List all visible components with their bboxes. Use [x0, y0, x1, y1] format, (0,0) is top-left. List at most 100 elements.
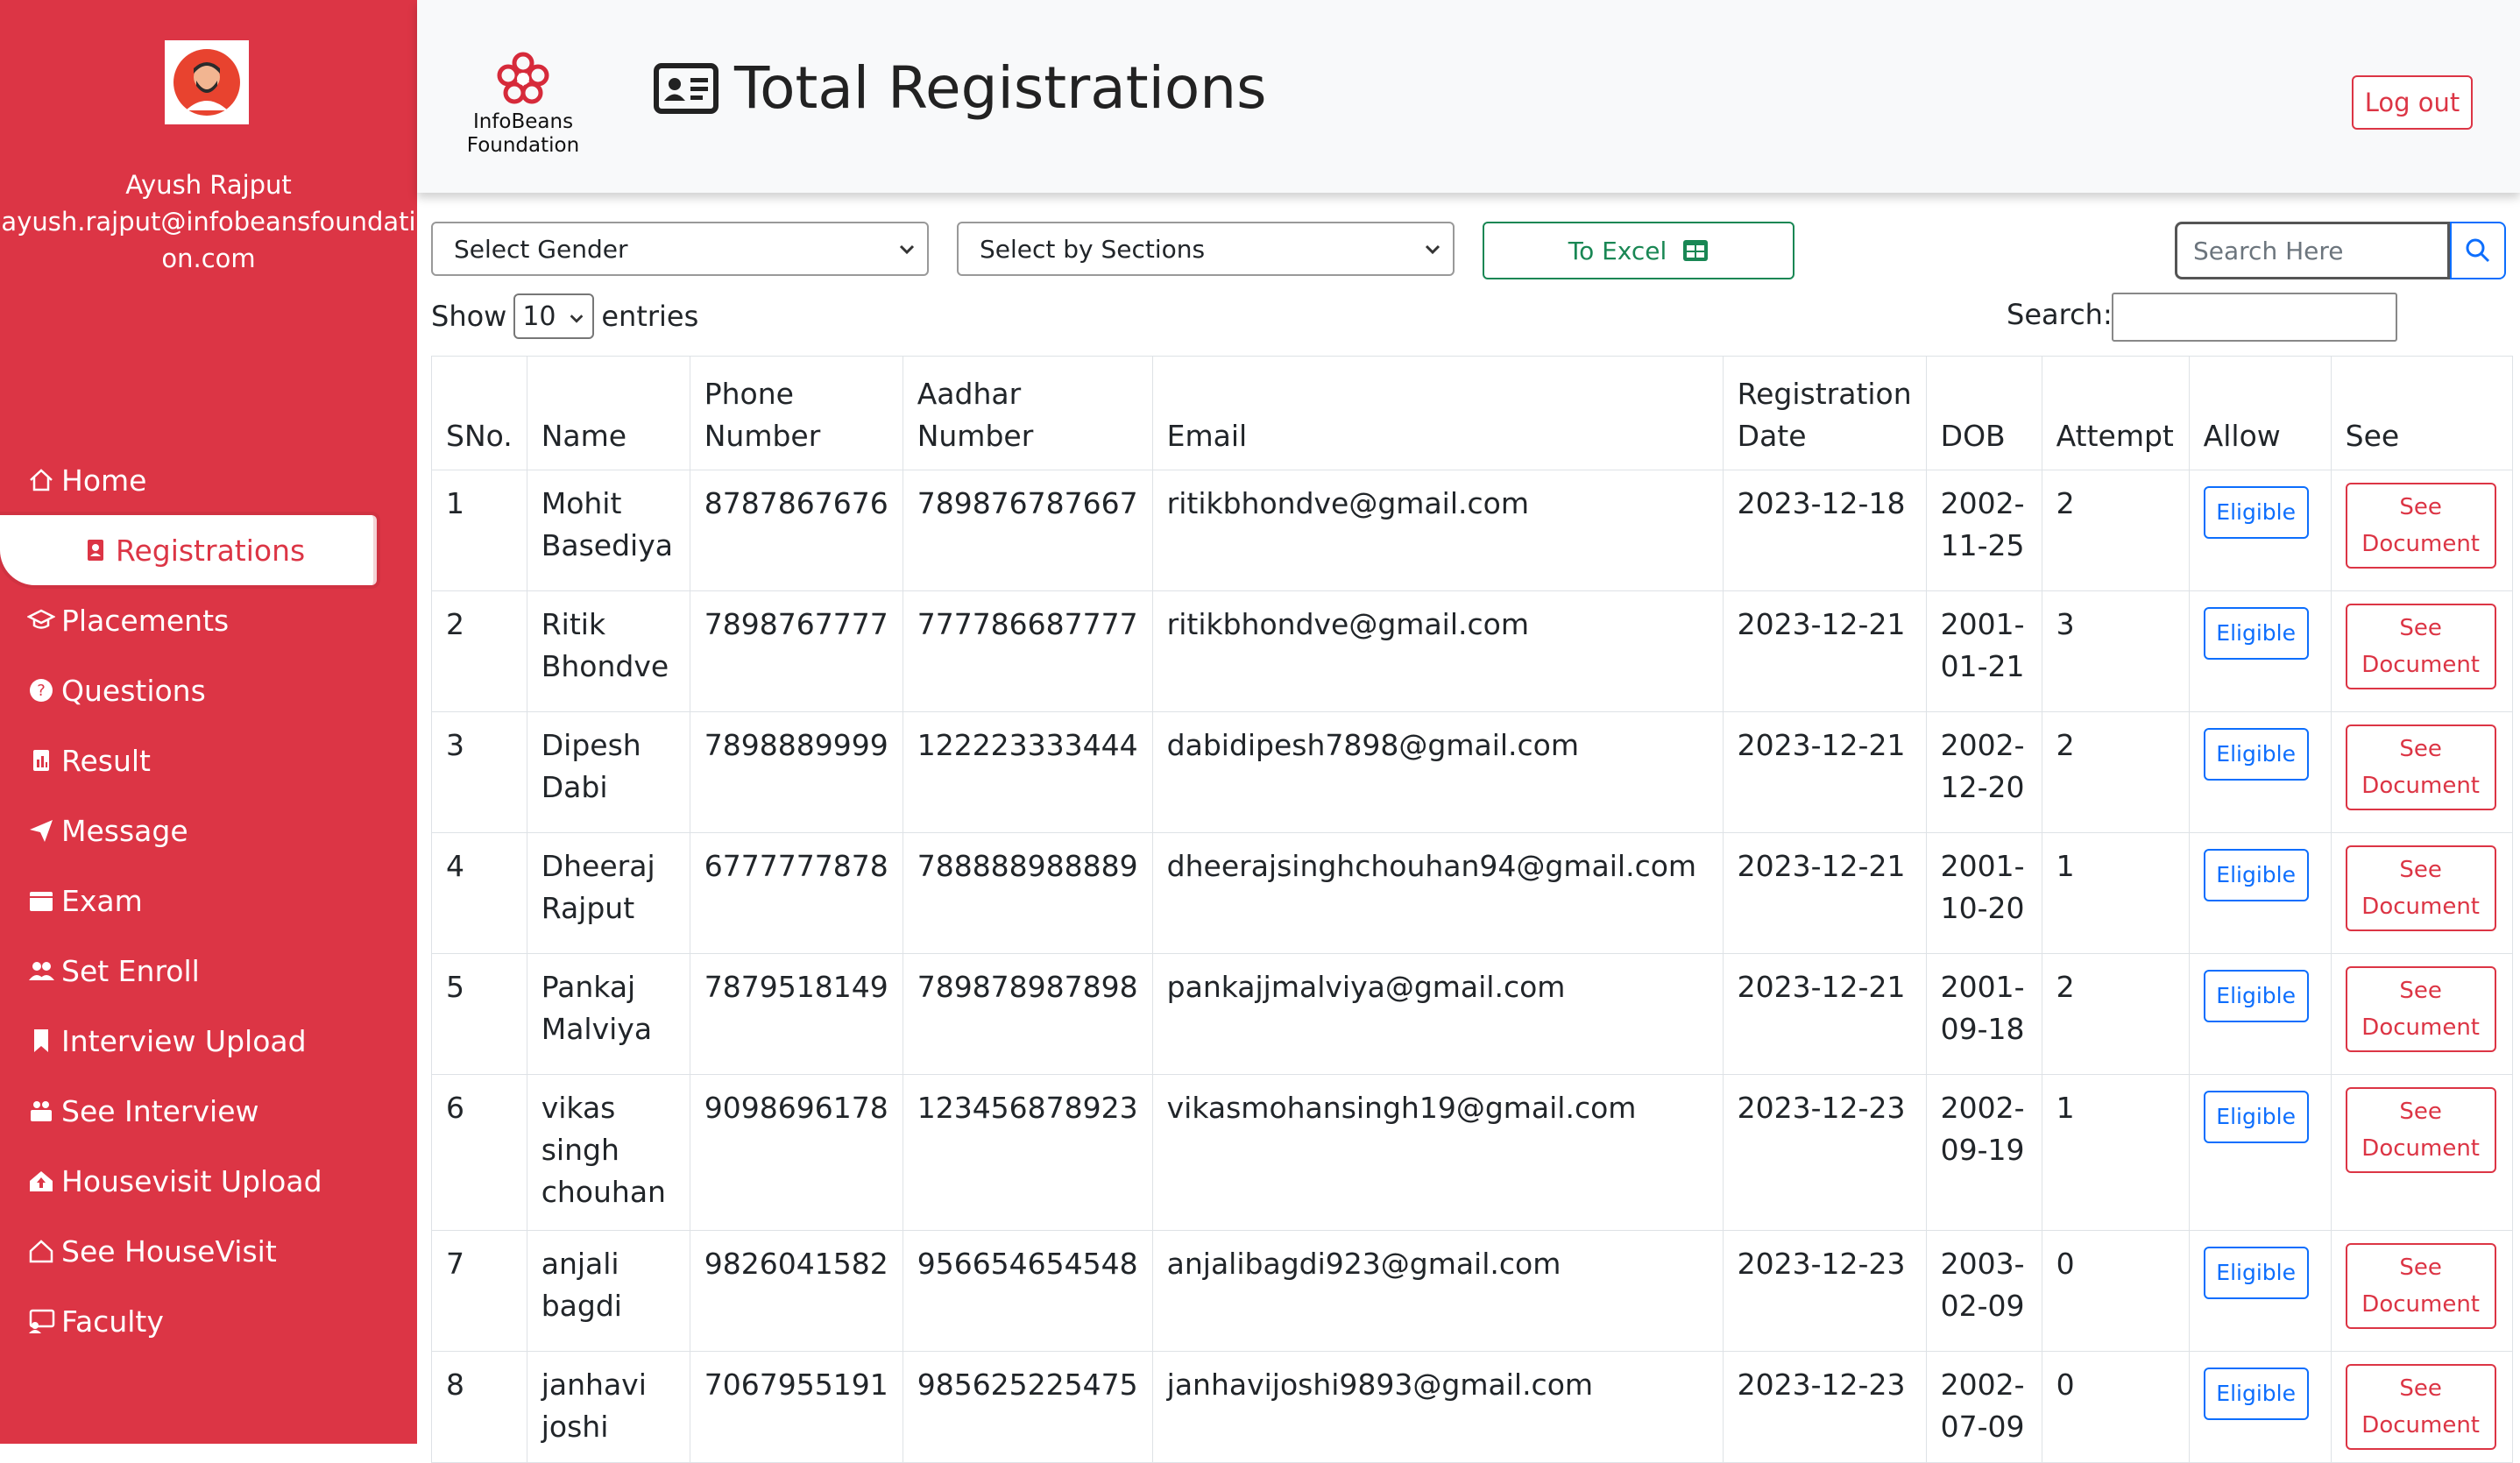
entries-select[interactable]: 10	[513, 293, 595, 339]
cell-phone: 7067955191	[689, 1351, 903, 1463]
search-input[interactable]: Search Here	[2175, 222, 2450, 279]
cell-email: ritikbhondve@gmail.com	[1151, 470, 1724, 591]
cell-sno: 4	[431, 832, 527, 954]
see-document-button[interactable]: See Document	[2345, 1243, 2496, 1329]
eligible-button[interactable]: Eligible	[2203, 970, 2309, 1022]
cell-email: dabidipesh7898@gmail.com	[1151, 711, 1724, 833]
eligible-button[interactable]: Eligible	[2203, 486, 2309, 539]
cell-sno: 8	[431, 1351, 527, 1463]
sidebar-item-set-enroll[interactable]: Set Enroll	[0, 936, 417, 1006]
table-search-input[interactable]	[2112, 293, 2397, 342]
sidebar-item-exam[interactable]: Exam	[0, 866, 417, 936]
cell-allow: Eligible	[2188, 1351, 2332, 1463]
cell-sno: 5	[431, 953, 527, 1075]
cell-name: anjali bagdi	[526, 1230, 690, 1352]
sidebar-item-label: Result	[61, 743, 151, 778]
cell-dob: 2001-10-20	[1925, 832, 2042, 954]
see-document-button[interactable]: See Document	[2345, 483, 2496, 569]
column-header[interactable]: See	[2330, 356, 2513, 470]
see-document-button[interactable]: See Document	[2345, 845, 2496, 931]
cell-allow: Eligible	[2188, 1074, 2332, 1231]
cell-aadhar: 122223333444	[902, 711, 1153, 833]
brand-line1: InfoBeans	[472, 110, 574, 133]
cell-sno: 3	[431, 711, 527, 833]
cell-phone: 9826041582	[689, 1230, 903, 1352]
cell-see: See Document	[2330, 1351, 2513, 1463]
see-document-button[interactable]: See Document	[2345, 724, 2496, 810]
cell-attempt: 2	[2041, 953, 2190, 1075]
cell-sno: 7	[431, 1230, 527, 1352]
cell-registration-date: 2023-12-18	[1722, 470, 1927, 591]
brand-logo[interactable]: InfoBeans Foundation	[466, 49, 580, 158]
column-header[interactable]: Attempt	[2041, 356, 2190, 470]
see-document-button[interactable]: See Document	[2345, 1087, 2496, 1173]
entries-length: Show 10 entries	[431, 293, 698, 340]
logout-button[interactable]: Log out	[2352, 75, 2473, 130]
table-row: 4 Dheeraj Rajput 6777777878 788888988889 dhe…	[431, 832, 2513, 954]
cell-aadhar: 956654654548	[902, 1230, 1153, 1352]
sidebar-item-interview-upload[interactable]: Interview Upload	[0, 1006, 417, 1076]
sidebar-item-placements[interactable]: Placements	[0, 585, 417, 655]
cell-dob: 2002-12-20	[1925, 711, 2042, 833]
cell-allow: Eligible	[2188, 953, 2332, 1075]
sidebar-item-label: Faculty	[61, 1304, 164, 1339]
eligible-button[interactable]: Eligible	[2203, 849, 2309, 901]
column-header[interactable]: Email	[1151, 356, 1724, 470]
column-header[interactable]: Name	[526, 356, 690, 470]
gender-select[interactable]: Select Gender	[431, 222, 929, 276]
sidebar-item-housevisit-upload[interactable]: Housevisit Upload	[0, 1146, 417, 1216]
eligible-button[interactable]: Eligible	[2203, 1091, 2309, 1143]
cell-dob: 2002-09-19	[1925, 1074, 2042, 1231]
page-title-wrap: Total Registrations	[654, 54, 1267, 122]
cell-attempt: 1	[2041, 1074, 2190, 1231]
sidebar-item-faculty[interactable]: Faculty	[0, 1286, 417, 1356]
eligible-button[interactable]: Eligible	[2203, 607, 2309, 660]
cell-registration-date: 2023-12-21	[1722, 953, 1927, 1075]
sidebar-item-message[interactable]: Message	[0, 795, 417, 866]
users-icon	[25, 954, 58, 987]
cell-email: ritikbhondve@gmail.com	[1151, 590, 1724, 712]
see-document-button[interactable]: See Document	[2345, 1364, 2496, 1450]
cell-attempt: 0	[2041, 1230, 2190, 1352]
cell-name: Ritik Bhondve	[526, 590, 690, 712]
sidebar-item-result[interactable]: Result	[0, 725, 417, 795]
cell-phone: 6777777878	[689, 832, 903, 954]
column-header[interactable]: SNo.	[431, 356, 527, 470]
column-header[interactable]: Aadhar Number	[902, 356, 1153, 470]
entries-value: 10	[522, 300, 556, 332]
column-header[interactable]: Allow	[2188, 356, 2332, 470]
cell-see: See Document	[2330, 590, 2513, 712]
cell-dob: 2003-02-09	[1925, 1230, 2042, 1352]
registrations-table: SNo. Name Phone Number Aadhar Number Ema…	[431, 356, 2513, 1463]
question-icon: ?	[25, 674, 58, 707]
sidebar-item-registrations[interactable]: Registrations	[0, 515, 377, 585]
eligible-button[interactable]: Eligible	[2203, 1247, 2309, 1299]
sidebar-item-see-housevisit[interactable]: See HouseVisit	[0, 1216, 417, 1286]
registrations-icon	[79, 534, 112, 567]
to-excel-button[interactable]: To Excel	[1483, 222, 1794, 279]
table-row: 8 janhavi joshi 7067955191 985625225475 janh…	[431, 1351, 2513, 1463]
section-select[interactable]: Select by Sections	[957, 222, 1455, 276]
sidebar-item-questions[interactable]: ? Questions	[0, 655, 417, 725]
cell-attempt: 3	[2041, 590, 2190, 712]
see-document-button[interactable]: See Document	[2345, 966, 2496, 1052]
cell-see: See Document	[2330, 711, 2513, 833]
cell-allow: Eligible	[2188, 832, 2332, 954]
cell-see: See Document	[2330, 1074, 2513, 1231]
sidebar-item-home[interactable]: Home	[0, 445, 417, 515]
column-header[interactable]: DOB	[1925, 356, 2042, 470]
column-header[interactable]: Registration Date	[1722, 356, 1927, 470]
cell-aadhar: 789876787667	[902, 470, 1153, 591]
cell-allow: Eligible	[2188, 711, 2332, 833]
user-email: ayush.rajput@infobeansfoundation.com	[1, 207, 416, 273]
column-header[interactable]: Phone Number	[689, 356, 903, 470]
see-document-button[interactable]: See Document	[2345, 604, 2496, 689]
cell-see: See Document	[2330, 1230, 2513, 1352]
search-button[interactable]	[2450, 222, 2506, 279]
eligible-button[interactable]: Eligible	[2203, 728, 2309, 781]
sidebar-item-see-interview[interactable]: See Interview	[0, 1076, 417, 1146]
sidebar-item-label: Registrations	[116, 533, 306, 568]
eligible-button[interactable]: Eligible	[2203, 1368, 2309, 1420]
chevron-down-icon	[1425, 244, 1441, 255]
exam-icon	[25, 884, 58, 917]
